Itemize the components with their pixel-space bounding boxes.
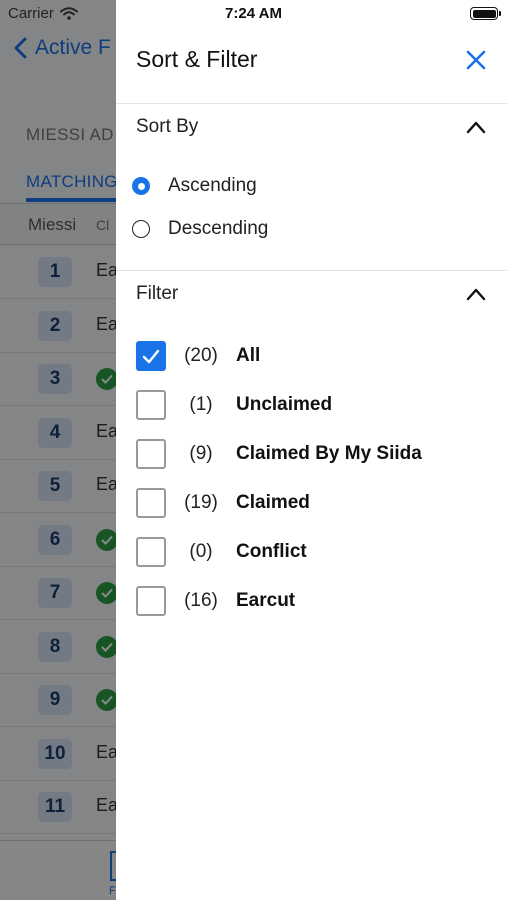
radio-button[interactable] [132,220,150,238]
filter-count: (20) [184,345,218,366]
filter-option-conflict[interactable]: (0) Conflict [136,536,307,568]
battery-icon [470,7,501,20]
sort-option-descending[interactable]: Descending [132,213,268,245]
checkbox[interactable] [136,488,166,518]
filter-label: Claimed By My Siida [236,443,422,464]
sort-option-ascending[interactable]: Ascending [132,170,257,202]
filter-option-earcut[interactable]: (16) Earcut [136,585,295,617]
checkbox[interactable] [136,341,166,371]
radio-button[interactable] [132,177,150,195]
chevron-up-icon[interactable] [466,287,486,301]
divider [116,270,507,271]
filter-label: Earcut [236,590,296,611]
filter-label: Unclaimed [236,394,333,415]
status-bar: Carrier 7:24 AM [0,0,507,28]
radio-label: Ascending [168,175,257,196]
clock: 7:24 AM [225,5,282,22]
filter-option-all[interactable]: (20) All [136,340,260,372]
filter-label: Conflict [236,541,307,562]
checkbox[interactable] [136,439,166,469]
filter-label: Claimed [236,492,310,513]
filter-option-unclaimed[interactable]: (1) Unclaimed [136,389,332,421]
sort-filter-panel: Sort & Filter Sort By Ascending Descendin… [116,0,507,900]
filter-count: (16) [184,590,218,611]
radio-label: Descending [168,218,269,239]
filter-count: (19) [184,492,218,513]
chevron-up-icon[interactable] [466,120,486,134]
checkmark-icon [142,349,160,363]
filter-option-claimed-by-my-siida[interactable]: (9) Claimed By My Siida [136,438,422,470]
filter-option-claimed[interactable]: (19) Claimed [136,487,310,519]
checkbox[interactable] [136,390,166,420]
panel-title: Sort & Filter [136,46,258,72]
divider [116,103,507,104]
filter-count: (9) [189,443,213,464]
filter-count: (1) [189,394,213,415]
close-icon[interactable] [464,48,488,72]
checkbox[interactable] [136,537,166,567]
filter-header: Filter [136,283,179,304]
filter-count: (0) [189,541,213,562]
checkbox[interactable] [136,586,166,616]
filter-label: All [236,345,261,366]
sort-by-header: Sort By [136,116,199,137]
